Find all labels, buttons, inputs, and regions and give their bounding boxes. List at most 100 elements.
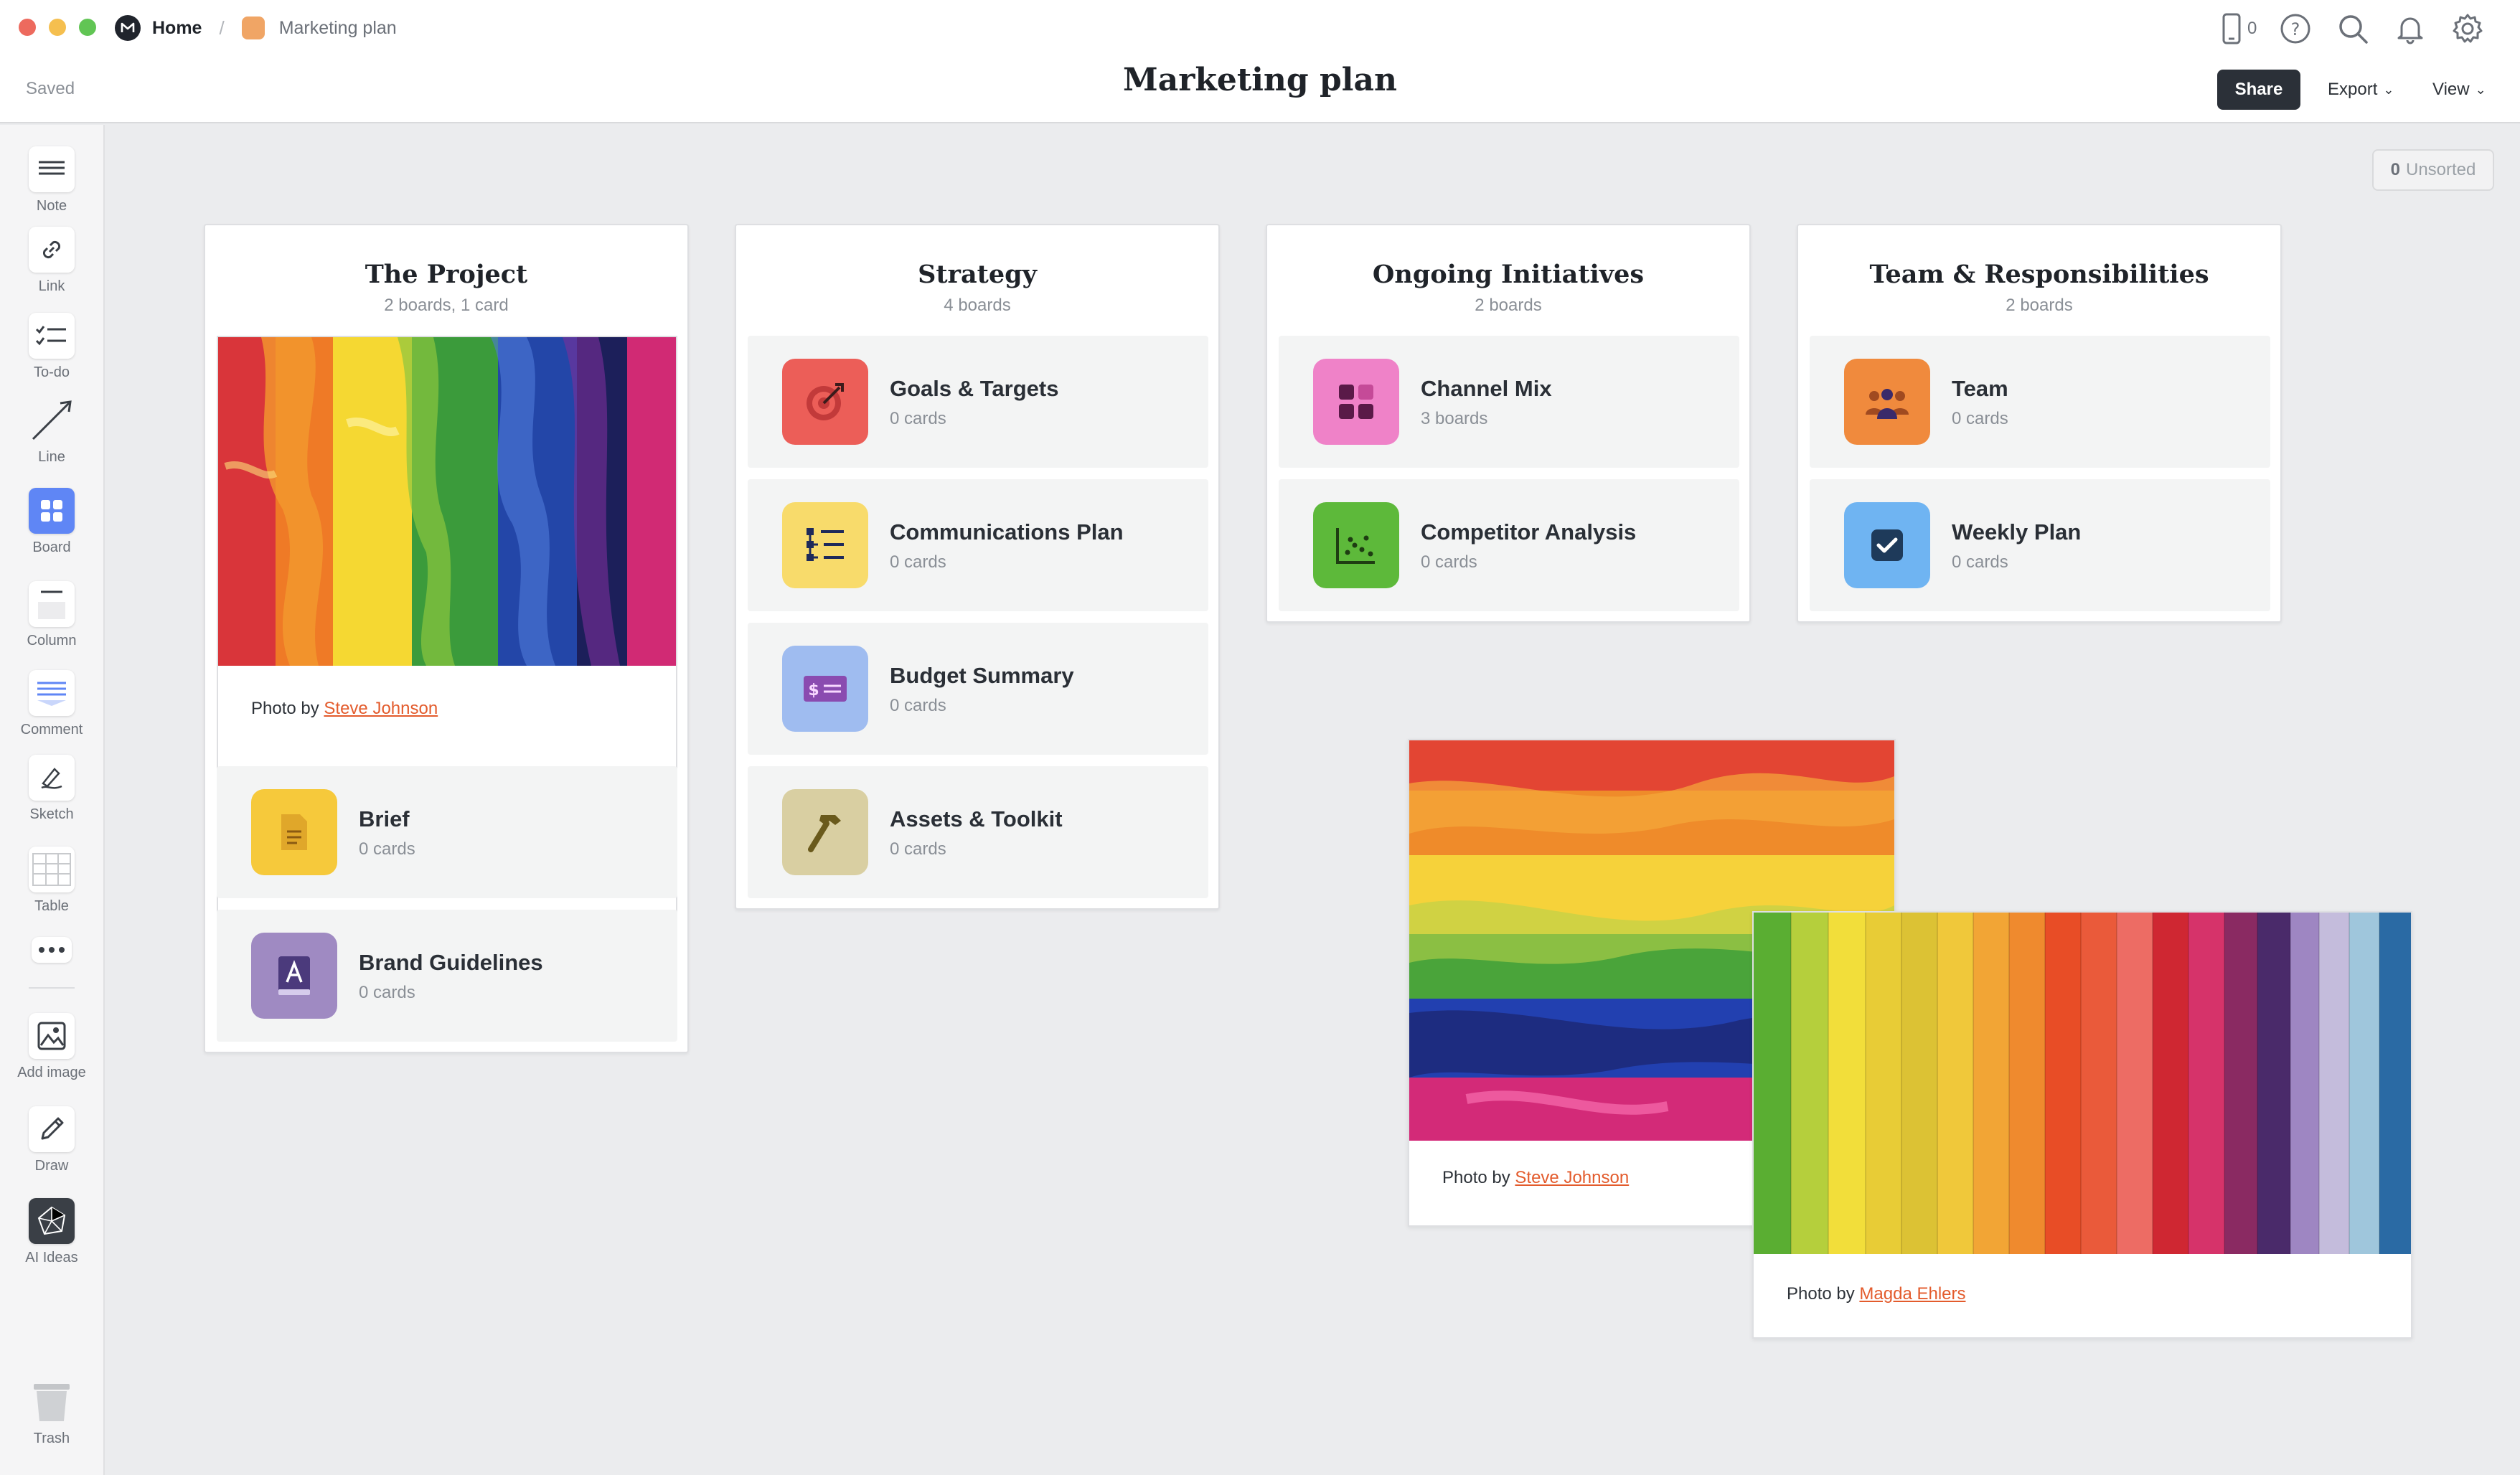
tool-add-image[interactable]: Add image [0,1013,103,1081]
board-card-competitor-analysis[interactable]: Competitor Analysis 0 cards [1279,479,1739,611]
board-subtitle: 0 cards [890,839,946,859]
more-tools-button[interactable] [0,937,103,963]
view-menu-button[interactable]: View ⌄ [2432,70,2486,110]
line-icon [29,397,75,443]
board-subtitle: 3 boards [1421,409,1488,428]
window-controls [19,19,96,36]
tool-draw[interactable]: Draw [0,1106,103,1174]
column-title[interactable]: The Project [205,260,687,289]
board-card-weekly-plan[interactable]: Weekly Plan 0 cards [1810,479,2270,611]
tool-line[interactable]: Line [0,397,103,466]
tool-label: Table [34,898,69,914]
minimize-window-button[interactable] [49,19,66,36]
caption-author-link[interactable]: Steve Johnson [1515,1168,1629,1187]
tool-note[interactable]: Note [0,146,103,215]
breadcrumb-current[interactable]: Marketing plan [279,18,397,39]
board-icon [29,488,75,534]
svg-text:$: $ [808,682,819,699]
search-icon[interactable] [2334,10,2371,47]
board-card-goals-targets[interactable]: Goals & Targets 0 cards [748,336,1208,468]
board-subtitle: 0 cards [1952,409,2008,428]
image-caption: Photo by Magda Ehlers [1787,1284,1965,1304]
checkbox-icon [1844,502,1930,588]
phone-icon [2222,13,2241,44]
link-icon [29,227,75,273]
home-logo-icon[interactable] [115,15,141,41]
board-card-brief[interactable]: Brief 0 cards [217,766,677,898]
board-subtitle: 0 cards [890,696,946,715]
board-subtitle: 0 cards [890,409,946,428]
board-card-channel-mix[interactable]: Channel Mix 3 boards [1279,336,1739,468]
todo-icon [29,313,75,359]
column-title[interactable]: Strategy [736,260,1218,289]
help-icon[interactable]: ? [2277,10,2314,47]
tool-label: Line [38,449,65,465]
close-window-button[interactable] [19,19,36,36]
column-ongoing-initiatives[interactable]: Ongoing Initiatives 2 boards Channel Mix… [1266,224,1751,623]
board-card-assets-toolkit[interactable]: Assets & Toolkit 0 cards [748,766,1208,898]
tool-label: Add image [17,1065,86,1080]
tool-column[interactable]: Column [0,581,103,649]
rainbow-paper-strips-image [1754,913,2411,1254]
board-title: Communications Plan [890,519,1124,545]
board-title: Brief [359,806,410,831]
column-strategy[interactable]: Strategy 4 boards Goals & Targets 0 card… [735,224,1220,910]
board-card-budget-summary[interactable]: $ Budget Summary 0 cards [748,623,1208,755]
board-subtitle: 0 cards [359,839,415,859]
target-icon [782,359,868,445]
breadcrumb: Home / Marketing plan [115,14,397,42]
unsorted-button[interactable]: 0 Unsorted [2372,149,2494,191]
board-subtitle: 0 cards [890,552,946,572]
caption-author-link[interactable]: Magda Ehlers [1859,1284,1965,1304]
board-card-communications-plan[interactable]: Communications Plan 0 cards [748,479,1208,611]
tool-label: Board [32,539,71,555]
tool-ai-ideas[interactable]: AI Ideas [0,1198,103,1266]
tool-table[interactable]: Table [0,847,103,915]
chevron-down-icon: ⌄ [2383,82,2394,97]
tool-sketch[interactable]: Sketch [0,755,103,823]
column-title[interactable]: Team & Responsibilities [1798,260,2280,289]
board-subtitle: 0 cards [1421,552,1477,572]
tool-label: Note [36,198,67,214]
image-caption: Photo by Steve Johnson [1442,1168,1629,1188]
table-icon [29,847,75,892]
tool-link[interactable]: Link [0,227,103,295]
board-title: Competitor Analysis [1421,519,1637,545]
maximize-window-button[interactable] [79,19,96,36]
money-icon: $ [782,646,868,732]
image-card[interactable]: Photo by Magda Ehlers [1752,911,2412,1339]
caption-prefix: Photo by [1442,1168,1510,1187]
left-toolbar: Note Link To-do Line Board Column Commen… [0,125,105,1475]
column-title[interactable]: Ongoing Initiatives [1267,260,1749,289]
export-menu-button[interactable]: Export ⌄ [2328,70,2394,110]
column-team-responsibilities[interactable]: Team & Responsibilities 2 boards Team 0 … [1797,224,2282,623]
settings-gear-icon[interactable] [2449,10,2486,47]
notifications-bell-icon[interactable] [2392,10,2429,47]
tool-label: Link [38,278,65,294]
breadcrumb-home-link[interactable]: Home [152,18,202,39]
board-card-brand-guidelines[interactable]: Brand Guidelines 0 cards [217,910,677,1042]
tool-todo[interactable]: To-do [0,313,103,381]
page-title[interactable]: Marketing plan [0,62,2520,98]
mobile-devices-button[interactable]: 0 [2222,13,2257,44]
caption-prefix: Photo by [251,699,319,718]
tool-label: AI Ideas [25,1250,78,1266]
tool-label: Trash [33,1431,70,1446]
svg-text:?: ? [2291,19,2300,39]
board-card-team[interactable]: Team 0 cards [1810,336,2270,468]
board-title: Goals & Targets [890,376,1059,401]
document-icon [251,789,337,875]
trash-button[interactable]: Trash [0,1379,103,1447]
tool-comment[interactable]: Comment [0,670,103,738]
caption-author-link[interactable]: Steve Johnson [324,699,438,718]
column-the-project[interactable]: The Project 2 boards, 1 card Photo by St… [204,224,689,1053]
tool-board[interactable]: Board [0,488,103,556]
share-button[interactable]: Share [2217,70,2300,110]
hierarchy-list-icon [782,502,868,588]
board-title: Channel Mix [1421,376,1552,401]
header-icons: 0 ? [2222,10,2486,47]
board-title: Budget Summary [890,663,1074,688]
rainbow-paint-image [218,337,676,666]
note-icon [29,146,75,192]
board-title: Team [1952,376,2008,401]
